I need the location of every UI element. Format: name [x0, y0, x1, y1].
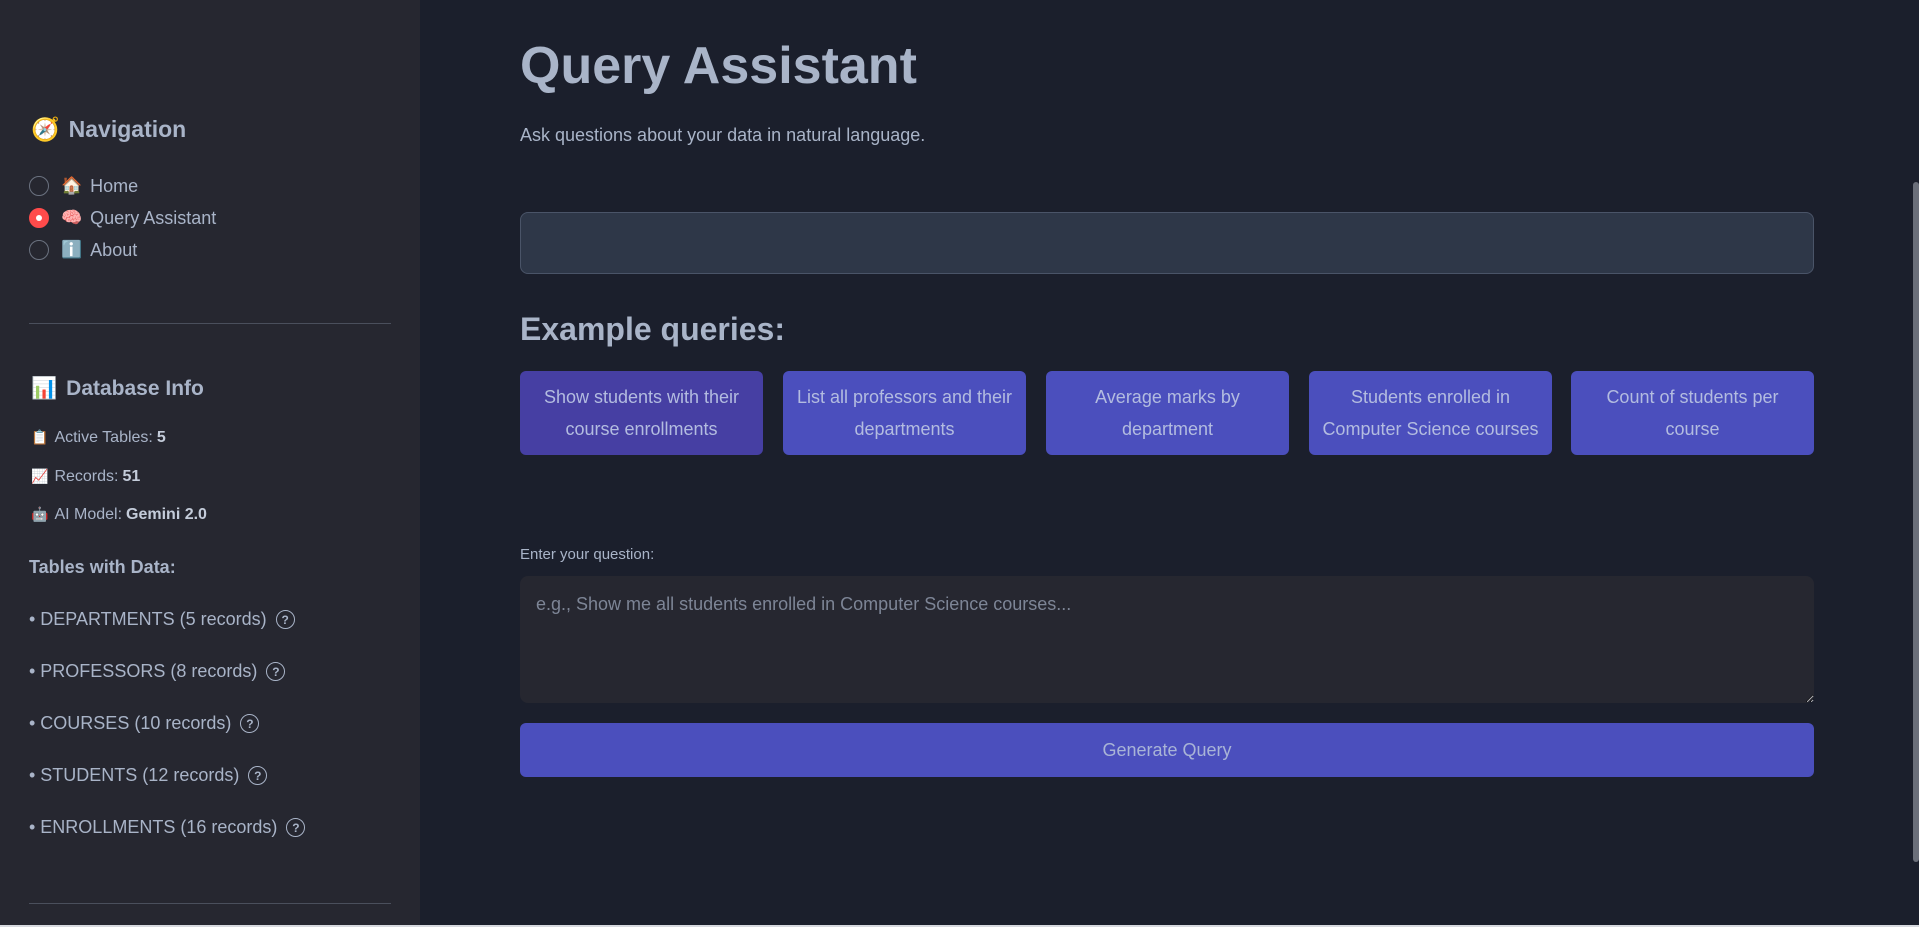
- navigation-heading: 🧭 Navigation: [31, 116, 186, 143]
- table-item-departments: • DEPARTMENTS (5 records) ?: [29, 609, 295, 630]
- question-input[interactable]: [520, 576, 1814, 703]
- table-item-courses: • COURSES (10 records) ?: [29, 713, 260, 734]
- active-tables-label: Active Tables:: [54, 429, 153, 446]
- ai-model-label: AI Model:: [54, 506, 123, 523]
- radio-about[interactable]: [29, 240, 49, 260]
- radio-query-assistant[interactable]: [29, 208, 49, 228]
- help-icon[interactable]: ?: [266, 662, 286, 681]
- page-title: Query Assistant: [520, 37, 917, 95]
- records-label: Records:: [54, 468, 119, 485]
- database-info-title: Database Info: [66, 376, 204, 400]
- tables-heading: Tables with Data:: [29, 557, 176, 577]
- nav-item-home[interactable]: 🏠 Home: [29, 170, 216, 202]
- sidebar: 🧭 Navigation 🏠 Home 🧠 Query Assistant ℹ️…: [0, 0, 420, 927]
- records-info: 📈 Records: 51: [31, 468, 140, 486]
- sidebar-divider: [29, 903, 391, 904]
- database-info-heading: 📊 Database Info: [31, 376, 204, 401]
- question-label: Enter your question:: [520, 546, 655, 563]
- example-query-button[interactable]: Count of students per course: [1571, 371, 1814, 455]
- clipboard-icon: 📋: [31, 430, 49, 446]
- table-item-label: • PROFESSORS (8 records): [29, 661, 258, 681]
- nav-item-label: Query Assistant: [90, 207, 217, 228]
- radio-home[interactable]: [29, 176, 49, 196]
- bar-chart-icon: 📊: [31, 376, 58, 400]
- home-icon: 🏠: [61, 176, 83, 196]
- generate-query-button[interactable]: Generate Query: [520, 723, 1814, 777]
- table-item-label: • DEPARTMENTS (5 records): [29, 609, 267, 629]
- nav-item-label: About: [90, 239, 138, 260]
- table-item-label: • STUDENTS (12 records): [29, 765, 240, 785]
- records-value: 51: [122, 468, 141, 485]
- chart-increasing-icon: 📈: [31, 469, 49, 485]
- brain-icon: 🧠: [61, 208, 83, 228]
- ai-model-value: Gemini 2.0: [126, 506, 207, 523]
- example-query-button[interactable]: Show students with their course enrollme…: [520, 371, 763, 455]
- table-item-professors: • PROFESSORS (8 records) ?: [29, 661, 286, 682]
- empty-text-area: [520, 212, 1814, 274]
- table-item-students: • STUDENTS (12 records) ?: [29, 765, 268, 786]
- help-icon[interactable]: ?: [240, 714, 260, 733]
- example-query-button[interactable]: Students enrolled in Computer Science co…: [1309, 371, 1552, 455]
- example-query-button[interactable]: Average marks by department: [1046, 371, 1289, 455]
- help-icon[interactable]: ?: [286, 818, 306, 837]
- navigation-radio-group: 🏠 Home 🧠 Query Assistant ℹ️ About: [29, 170, 216, 266]
- table-item-label: • ENROLLMENTS (16 records): [29, 817, 278, 837]
- compass-icon: 🧭: [31, 117, 60, 143]
- table-item-enrollments: • ENROLLMENTS (16 records) ?: [29, 817, 306, 838]
- main-content: Query Assistant Ask questions about your…: [420, 0, 1919, 927]
- active-tables-info: 📋 Active Tables: 5: [31, 429, 166, 447]
- page-subtitle: Ask questions about your data in natural…: [520, 125, 926, 145]
- help-icon[interactable]: ?: [248, 766, 268, 785]
- ai-model-info: 🤖 AI Model: Gemini 2.0: [31, 506, 207, 524]
- sidebar-divider: [29, 323, 391, 324]
- example-query-button[interactable]: List all professors and their department…: [783, 371, 1026, 455]
- info-icon: ℹ️: [61, 240, 83, 260]
- help-icon[interactable]: ?: [275, 610, 295, 629]
- nav-item-label: Home: [90, 175, 139, 196]
- navigation-title: Navigation: [68, 116, 187, 142]
- examples-heading: Example queries:: [520, 311, 785, 347]
- nav-item-query-assistant[interactable]: 🧠 Query Assistant: [29, 202, 216, 234]
- table-item-label: • COURSES (10 records): [29, 713, 232, 733]
- nav-item-about[interactable]: ℹ️ About: [29, 234, 216, 266]
- scrollbar[interactable]: [1913, 182, 1919, 862]
- robot-icon: 🤖: [31, 507, 49, 523]
- active-tables-value: 5: [156, 429, 166, 446]
